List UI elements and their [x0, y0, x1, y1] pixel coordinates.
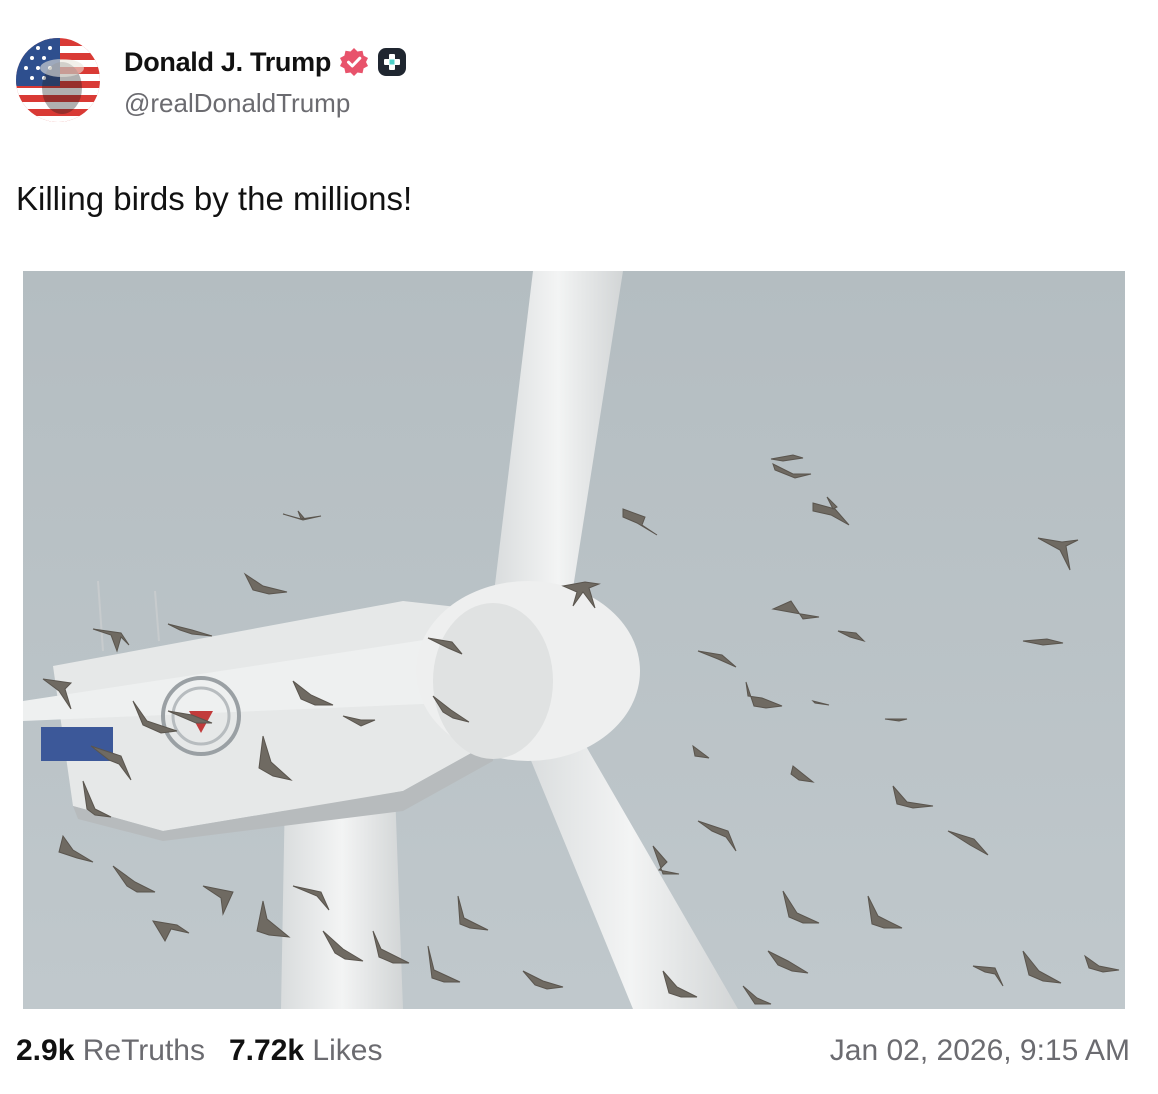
- post-stats: 2.9k ReTruths 7.72k Likes: [16, 1034, 382, 1068]
- likes-stat[interactable]: 7.72k Likes: [229, 1034, 382, 1068]
- verified-badge-icon: [339, 47, 369, 77]
- plus-badge-icon: [377, 47, 407, 77]
- retruths-label: ReTruths: [82, 1034, 205, 1067]
- likes-count: 7.72k: [229, 1034, 305, 1067]
- post-media-image[interactable]: [23, 271, 1125, 1009]
- author-name-row: Donald J. Trump: [124, 42, 407, 82]
- avatar[interactable]: [16, 38, 100, 122]
- post-timestamp[interactable]: Jan 02, 2026, 9:15 AM: [830, 1034, 1130, 1068]
- avatar-image: [16, 38, 100, 122]
- retruths-stat[interactable]: 2.9k ReTruths: [16, 1034, 205, 1068]
- post-text: Killing birds by the millions!: [16, 180, 413, 217]
- author-handle[interactable]: @realDonaldTrump: [124, 88, 350, 119]
- author-display-name[interactable]: Donald J. Trump: [124, 47, 331, 78]
- turbine-birds-image: [23, 271, 1125, 1009]
- likes-label: Likes: [312, 1034, 383, 1067]
- retruths-count: 2.9k: [16, 1034, 75, 1067]
